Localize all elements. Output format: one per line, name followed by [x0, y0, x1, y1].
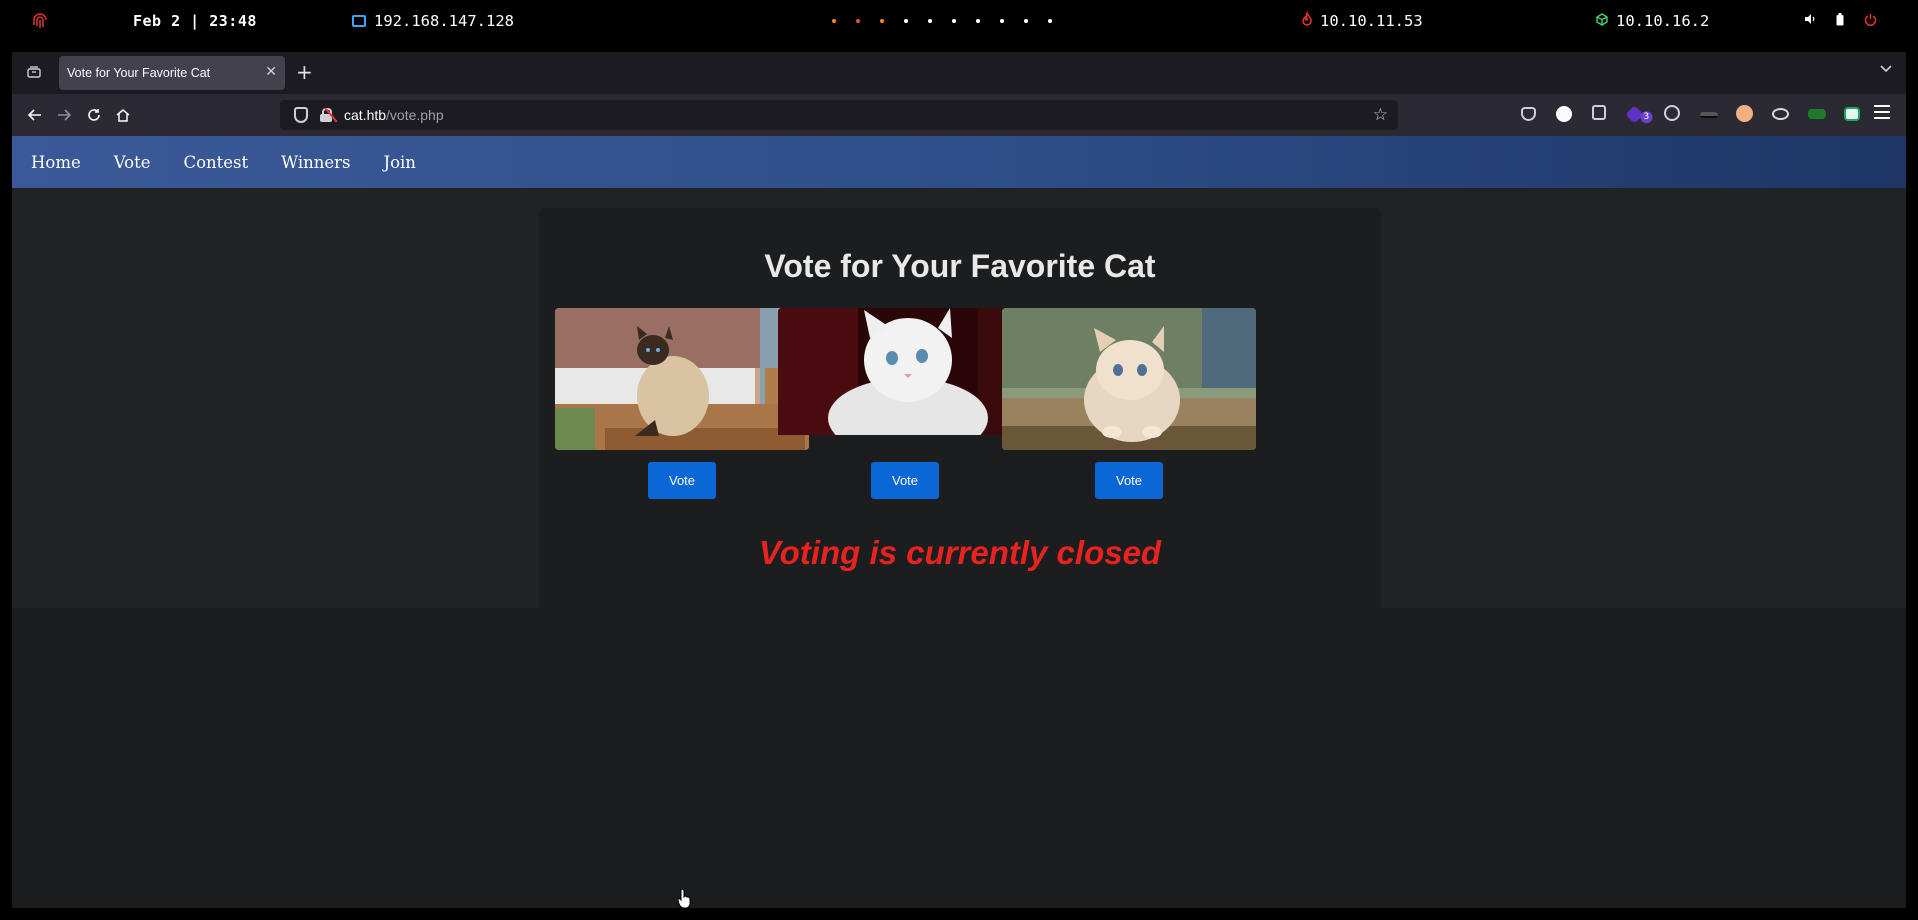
- url-bar[interactable]: cat.htb/vote.php ☆: [280, 100, 1398, 130]
- vote-button[interactable]: Vote: [648, 462, 716, 499]
- cat-option: Vote: [555, 308, 809, 499]
- chevron-down-icon[interactable]: [1880, 62, 1892, 76]
- cat-image-siamese: [555, 308, 809, 450]
- new-tab-icon[interactable]: +: [296, 60, 313, 84]
- mail-icon[interactable]: [1844, 107, 1860, 121]
- workspace-dot[interactable]: [918, 19, 942, 23]
- bookmark-star-icon[interactable]: ☆: [1373, 105, 1388, 125]
- avatar-extension-icon[interactable]: [1736, 105, 1753, 122]
- target-ip: 10.10.11.53: [1302, 0, 1423, 42]
- cat-image-fluffy-kitten: [1002, 308, 1256, 450]
- system-bar: Feb 2 | 23:48 192.168.147.128 10.10.11.5…: [0, 0, 1918, 42]
- monitor-icon: [352, 15, 366, 27]
- vpn-ip: 10.10.16.2: [1596, 0, 1709, 42]
- nav-join[interactable]: Join: [383, 153, 415, 172]
- local-ip: 192.168.147.128: [352, 0, 514, 42]
- cube-icon: [1596, 12, 1608, 30]
- cat-option: Vote: [1002, 308, 1256, 499]
- url-host: cat.htb: [344, 107, 387, 123]
- nav-winners[interactable]: Winners: [281, 153, 350, 172]
- url-path: /vote.php: [386, 107, 444, 123]
- nav-toolbar: cat.htb/vote.php ☆ 3: [12, 94, 1906, 136]
- url-text[interactable]: cat.htb/vote.php: [344, 107, 444, 123]
- fingerprint-icon[interactable]: [33, 0, 47, 42]
- hat-icon[interactable]: [1700, 112, 1718, 118]
- hand-cursor-icon: [677, 888, 692, 912]
- cat-image-white-kitten: [778, 308, 1032, 435]
- page-content: Home Vote Contest Winners Join Vote for …: [12, 136, 1906, 908]
- clock: Feb 2 | 23:48: [133, 12, 257, 30]
- back-icon[interactable]: [24, 104, 46, 126]
- vpn-ip-label: 10.10.16.2: [1616, 12, 1710, 30]
- vote-section: Vote for Your Favorite Cat Vote Vote Vot…: [12, 188, 1906, 608]
- reload-icon[interactable]: [83, 104, 105, 126]
- cat-option: Vote: [778, 308, 1032, 499]
- pocket-icon[interactable]: [1521, 107, 1536, 121]
- extensions-icon[interactable]: [1592, 105, 1606, 120]
- battery-icon[interactable]: [1836, 12, 1844, 30]
- volume-icon[interactable]: [1804, 13, 1816, 29]
- yandex-icon[interactable]: [1556, 106, 1572, 122]
- extension-badge: 3: [1640, 111, 1653, 124]
- forward-icon[interactable]: [53, 104, 75, 126]
- nav-vote[interactable]: Vote: [114, 153, 151, 172]
- tray: [1804, 0, 1877, 42]
- workspace-dot[interactable]: [1014, 19, 1038, 23]
- workspace-dot[interactable]: [1038, 19, 1062, 23]
- vote-button[interactable]: Vote: [871, 462, 939, 499]
- local-ip-label: 192.168.147.128: [374, 12, 514, 30]
- close-icon[interactable]: ✕: [265, 63, 277, 80]
- voting-status: Voting is currently closed: [758, 534, 1162, 571]
- tab-title: Vote for Your Favorite Cat: [67, 66, 211, 80]
- hackbar-icon[interactable]: [1808, 109, 1826, 119]
- workspace-dot[interactable]: [822, 19, 846, 23]
- power-icon[interactable]: [1864, 13, 1877, 30]
- flame-icon: [1302, 10, 1312, 30]
- vote-button[interactable]: Vote: [1095, 462, 1163, 499]
- tab-bar: Vote for Your Favorite Cat ✕ +: [12, 52, 1906, 94]
- tab-active[interactable]: Vote for Your Favorite Cat ✕: [59, 56, 285, 90]
- wappalyzer-icon[interactable]: 3: [1625, 105, 1653, 124]
- spy-icon[interactable]: [1772, 108, 1789, 120]
- site-nav: Home Vote Contest Winners Join: [12, 136, 1906, 188]
- workspace-dot[interactable]: [846, 19, 870, 23]
- vote-card: Vote for Your Favorite Cat Vote Vote Vot…: [539, 208, 1381, 608]
- page-title: Vote for Your Favorite Cat: [764, 248, 1156, 284]
- workspace-dot[interactable]: [990, 19, 1014, 23]
- nav-home[interactable]: Home: [31, 153, 81, 172]
- workspace-dot[interactable]: [870, 19, 894, 23]
- cookie-icon[interactable]: [1664, 105, 1680, 121]
- home-icon[interactable]: [112, 104, 134, 126]
- workspace-dot[interactable]: [942, 19, 966, 23]
- shield-icon[interactable]: [294, 107, 308, 123]
- workspace-dot[interactable]: [966, 19, 990, 23]
- target-ip-label: 10.10.11.53: [1320, 12, 1423, 30]
- hamburger-menu-icon[interactable]: [1874, 105, 1890, 119]
- workspace-switcher[interactable]: [822, 0, 1062, 42]
- nav-contest[interactable]: Contest: [183, 153, 248, 172]
- tab-overview-icon[interactable]: [22, 60, 46, 84]
- workspace-dot[interactable]: [894, 19, 918, 23]
